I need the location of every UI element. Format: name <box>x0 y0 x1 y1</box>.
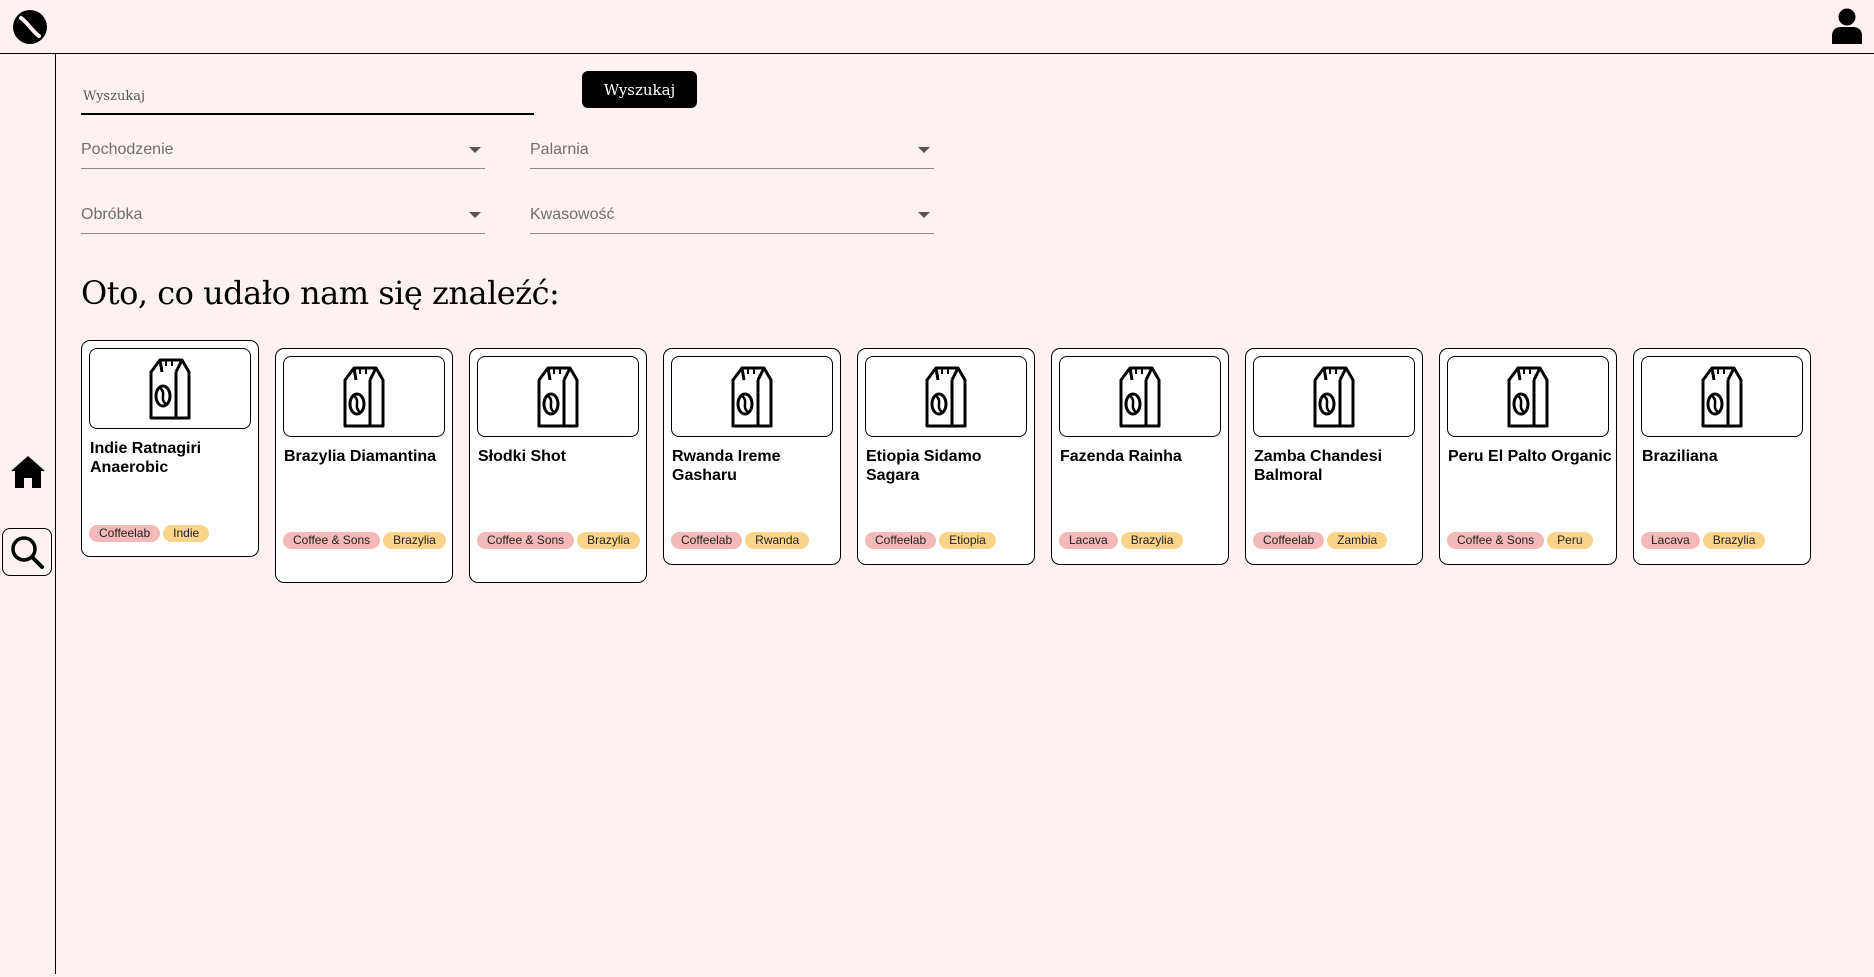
origin-tag[interactable]: Zambia <box>1327 532 1388 549</box>
acidity-select-label: Kwasowość <box>530 206 615 223</box>
product-name: Etiopia Sidamo Sagara <box>866 448 982 484</box>
product-card[interactable]: Fazenda Rainha Lacava Brazylia <box>1051 348 1229 565</box>
product-card[interactable]: Braziliana Lacava Brazylia <box>1633 348 1811 565</box>
sidebar <box>0 54 56 974</box>
coffee-bag-icon <box>1119 366 1161 427</box>
coffee-bag-icon <box>731 366 773 427</box>
processing-select[interactable]: Obróbka <box>81 198 485 234</box>
search-icon <box>11 536 44 569</box>
coffee-bag-icon <box>1701 366 1743 427</box>
product-card[interactable]: Etiopia Sidamo Sagara Coffeelab Etiopia <box>857 348 1035 565</box>
product-image <box>89 348 251 429</box>
origin-tag[interactable]: Brazylia <box>577 532 640 549</box>
chevron-down-icon <box>469 147 481 153</box>
product-tags: Lacava Brazylia <box>1641 532 1806 549</box>
product-name: Braziliana <box>1642 448 1718 465</box>
roaster-tag[interactable]: Coffee & Sons <box>477 532 575 549</box>
product-name: Indie Ratnagiri Anaerobic <box>90 440 202 476</box>
sidebar-search-button[interactable] <box>2 528 52 576</box>
roaster-tag[interactable]: Coffee & Sons <box>1447 532 1545 549</box>
top-bar <box>0 0 1874 54</box>
product-tags: Coffee & Sons Brazylia <box>283 532 448 549</box>
product-card[interactable]: Zamba Chandesi Balmoral Coffeelab Zambia <box>1245 348 1423 565</box>
origin-tag[interactable]: Etiopia <box>939 532 996 549</box>
roastery-select[interactable]: Palarnia <box>530 133 934 169</box>
coffee-bag-icon <box>343 366 385 427</box>
roaster-tag[interactable]: Coffeelab <box>1253 532 1325 549</box>
origin-tag[interactable]: Brazylia <box>1702 532 1766 549</box>
roaster-tag[interactable]: Coffeelab <box>865 532 937 549</box>
processing-select-label: Obróbka <box>81 206 143 223</box>
roaster-tag[interactable]: Coffeelab <box>671 532 743 549</box>
product-card[interactable]: Brazylia Diamantina Coffee & Sons Brazylia <box>275 348 453 583</box>
home-icon[interactable] <box>10 454 46 490</box>
roastery-select-label: Palarnia <box>530 141 589 158</box>
origin-select[interactable]: Pochodzenie <box>81 133 485 169</box>
product-tags: Lacava Brazylia <box>1059 532 1224 549</box>
product-image <box>1447 356 1609 437</box>
coffee-bag-icon <box>1313 366 1355 427</box>
user-icon[interactable] <box>1832 8 1862 44</box>
coffee-bag-icon <box>925 366 967 427</box>
coffee-bag-icon <box>149 358 191 419</box>
origin-tag[interactable]: Indie <box>163 525 210 542</box>
product-name: Rwanda Ireme Gasharu <box>672 448 781 484</box>
origin-tag[interactable]: Peru <box>1547 532 1593 549</box>
product-card[interactable]: Peru El Palto Organic Coffee & Sons Peru <box>1439 348 1617 565</box>
acidity-select[interactable]: Kwasowość <box>530 198 934 234</box>
roaster-tag[interactable]: Lacava <box>1641 532 1700 549</box>
product-image <box>1059 356 1221 437</box>
product-tags: Coffee & Sons Peru <box>1447 532 1612 549</box>
coffee-bag-icon <box>1507 366 1549 427</box>
origin-select-label: Pochodzenie <box>81 141 174 158</box>
product-image <box>1253 356 1415 437</box>
chevron-down-icon <box>918 147 930 153</box>
roaster-tag[interactable]: Lacava <box>1059 532 1118 549</box>
chevron-down-icon <box>918 212 930 218</box>
product-image <box>1641 356 1803 437</box>
product-image <box>671 356 833 437</box>
search-input[interactable] <box>83 85 523 107</box>
product-name: Brazylia Diamantina <box>284 448 437 465</box>
product-card[interactable]: Rwanda Ireme Gasharu Coffeelab Rwanda <box>663 348 841 565</box>
product-image <box>477 356 639 437</box>
search-button[interactable]: Wyszukaj <box>582 71 697 108</box>
roaster-tag[interactable]: Coffee & Sons <box>283 532 381 549</box>
coffee-bag-icon <box>537 366 579 427</box>
origin-tag[interactable]: Brazylia <box>383 532 446 549</box>
roaster-tag[interactable]: Coffeelab <box>89 525 161 542</box>
product-name: Fazenda Rainha <box>1060 448 1182 465</box>
product-image <box>283 356 445 437</box>
product-image <box>865 356 1027 437</box>
product-name: Zamba Chandesi Balmoral <box>1254 448 1383 484</box>
product-card[interactable]: Indie Ratnagiri Anaerobic Coffeelab Indie <box>81 340 259 557</box>
origin-tag[interactable]: Brazylia <box>1120 532 1184 549</box>
product-name: Peru El Palto Organic <box>1448 448 1612 465</box>
product-name: Słodki Shot <box>478 448 566 465</box>
product-tags: Coffeelab Zambia <box>1253 532 1418 549</box>
search-field <box>81 75 534 115</box>
product-tags: Coffeelab Rwanda <box>671 532 836 549</box>
product-tags: Coffee & Sons Brazylia <box>477 532 642 549</box>
coffee-bean-logo-icon[interactable] <box>12 9 48 45</box>
origin-tag[interactable]: Rwanda <box>745 532 810 549</box>
product-tags: Coffeelab Etiopia <box>865 532 1030 549</box>
results-heading: Oto, co udało nam się znaleźć: <box>81 274 560 312</box>
chevron-down-icon <box>469 212 481 218</box>
product-tags: Coffeelab Indie <box>89 525 254 542</box>
product-card[interactable]: Słodki Shot Coffee & Sons Brazylia <box>469 348 647 583</box>
